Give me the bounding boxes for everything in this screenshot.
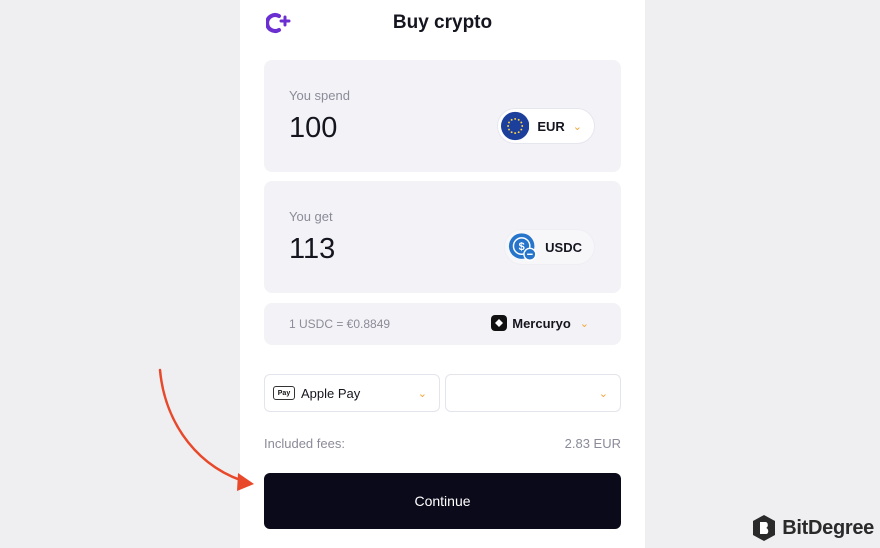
- continue-button[interactable]: Continue: [264, 473, 621, 529]
- eu-flag-icon: [501, 111, 530, 141]
- get-currency-selector[interactable]: $ USDC: [504, 229, 595, 265]
- spend-currency-code: EUR: [537, 118, 565, 134]
- buy-crypto-widget: Buy crypto You spend 100 EUR ⌄ You get 1…: [240, 0, 645, 548]
- mercuryo-logo-icon: [491, 315, 508, 331]
- chevron-down-icon: ⌄: [417, 387, 427, 400]
- usdc-icon: $: [508, 233, 537, 261]
- bitdegree-logo-icon: [753, 515, 776, 541]
- get-label: You get: [289, 209, 333, 224]
- get-currency-code: USDC: [545, 239, 582, 255]
- get-amount-value: 113: [289, 233, 336, 265]
- apple-pay-icon: Pay: [273, 386, 295, 400]
- provider-selector[interactable]: Mercuryo ⌄: [491, 315, 589, 331]
- payment-method-select[interactable]: Pay Apple Pay ⌄: [264, 374, 440, 412]
- bitdegree-text: BitDegree: [782, 516, 874, 539]
- svg-text:$: $: [519, 241, 525, 253]
- fees-label: Included fees:: [264, 436, 345, 451]
- annotation-arrow-icon: [158, 368, 254, 491]
- page-title: Buy crypto: [392, 12, 493, 33]
- rate-panel: 1 USDC = €0.8849 Mercuryo ⌄: [264, 303, 621, 345]
- spend-panel: You spend 100 EUR ⌄: [264, 60, 621, 172]
- bitdegree-watermark: BitDegree: [752, 514, 874, 542]
- chevron-down-icon: ⌄: [579, 317, 589, 330]
- spend-amount-input[interactable]: 100: [289, 112, 337, 145]
- get-panel: You get 113 $ USDC: [264, 181, 621, 293]
- payment-method-label: Apple Pay: [301, 385, 361, 401]
- spend-currency-selector[interactable]: EUR ⌄: [497, 108, 595, 144]
- exchange-rate: 1 USDC = €0.8849: [289, 317, 391, 331]
- chevron-down-icon: ⌄: [598, 387, 608, 400]
- spend-label: You spend: [289, 88, 350, 103]
- secondary-select[interactable]: ⌄: [445, 374, 621, 412]
- provider-name: Mercuryo: [512, 315, 571, 331]
- chevron-down-icon: ⌄: [572, 120, 582, 133]
- fees-value: 2.83 EUR: [564, 436, 621, 451]
